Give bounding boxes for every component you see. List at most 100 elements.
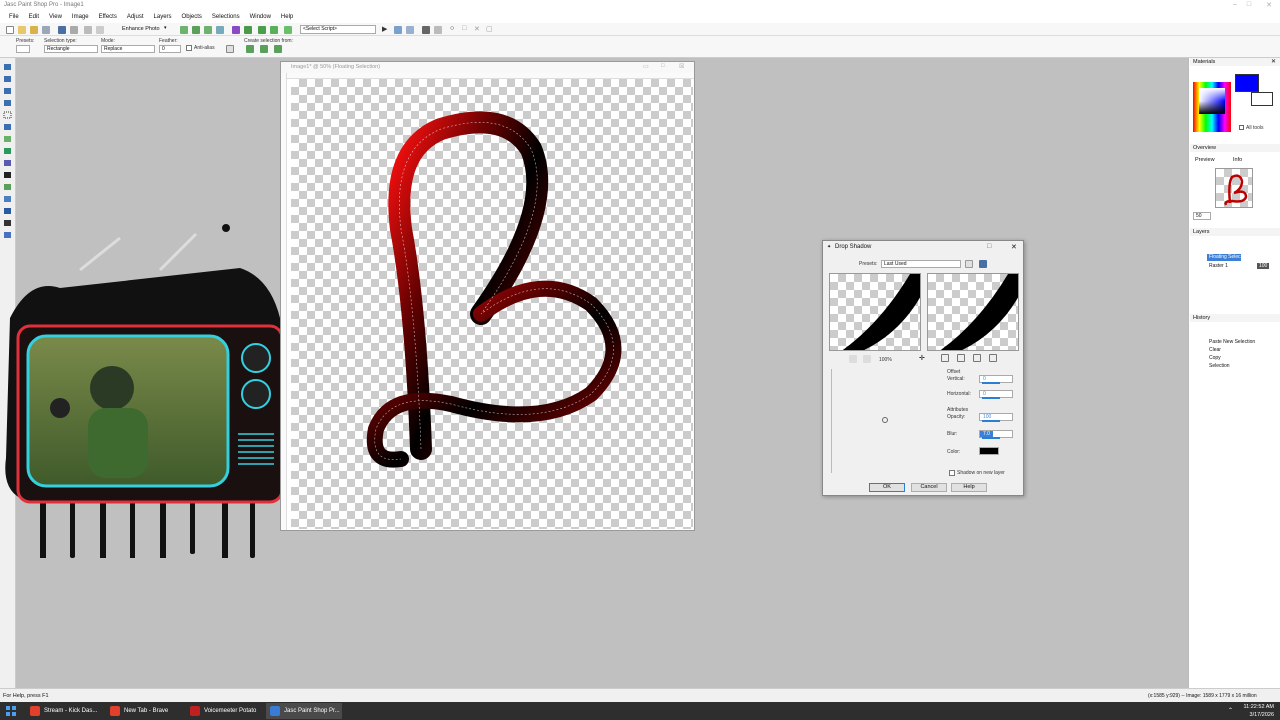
- help-button[interactable]: Help: [951, 483, 987, 492]
- randomize-icon[interactable]: [973, 354, 981, 362]
- blur-input[interactable]: 7.0: [979, 430, 1013, 439]
- tool-options-icon[interactable]: [270, 26, 278, 34]
- selection-type-dropdown[interactable]: Rectangle: [44, 45, 98, 53]
- zoom-out-icon[interactable]: [863, 355, 871, 363]
- dialog-maximize-icon[interactable]: □: [987, 243, 991, 250]
- overview-tab-preview[interactable]: Preview: [1195, 157, 1215, 163]
- open-icon[interactable]: [18, 26, 26, 34]
- stop-icon[interactable]: ○: [450, 25, 454, 32]
- menu-layers[interactable]: Layers: [149, 12, 177, 23]
- close-script-icon[interactable]: ✕: [474, 25, 480, 33]
- print-icon[interactable]: [70, 26, 78, 34]
- overview-thumbnail[interactable]: [1215, 168, 1253, 208]
- offset-crosshair-icon[interactable]: [882, 417, 888, 423]
- color-spectrum[interactable]: [1193, 82, 1231, 132]
- remove-specks-icon[interactable]: [226, 45, 234, 53]
- ok-button[interactable]: OK: [869, 483, 905, 492]
- clock-time[interactable]: 11:22:52 AM: [1238, 704, 1274, 710]
- selection-tool-icon[interactable]: [3, 111, 12, 119]
- histogram-icon[interactable]: [216, 26, 224, 34]
- menu-effects[interactable]: Effects: [94, 12, 122, 23]
- deform-tool-icon[interactable]: [4, 88, 11, 94]
- move-tool-icon[interactable]: [4, 100, 11, 106]
- overview-tab-info[interactable]: Info: [1233, 157, 1242, 163]
- menu-view[interactable]: View: [44, 12, 67, 23]
- menu-selections[interactable]: Selections: [207, 12, 245, 23]
- clock-date[interactable]: 3/17/2026: [1238, 712, 1274, 718]
- save-preset-icon[interactable]: [979, 260, 987, 268]
- scan-icon[interactable]: [42, 26, 50, 34]
- redo-icon[interactable]: [96, 26, 104, 34]
- edit-script-icon[interactable]: [406, 26, 414, 34]
- antialias-checkbox[interactable]: [186, 45, 192, 51]
- select-script-dropdown[interactable]: <Select Script>: [300, 25, 376, 34]
- run-script-icon[interactable]: ▶: [382, 25, 387, 33]
- proof-icon[interactable]: [957, 354, 965, 362]
- record-script-icon[interactable]: [422, 26, 430, 34]
- eraser-icon[interactable]: [4, 172, 11, 178]
- mode-dropdown[interactable]: Replace: [101, 45, 155, 53]
- menu-objects[interactable]: Objects: [177, 12, 207, 23]
- image-close-icon[interactable]: ☒: [679, 63, 684, 70]
- tray-chevron-icon[interactable]: ⌃: [1228, 707, 1233, 714]
- history-item[interactable]: Clear: [1209, 347, 1221, 353]
- taskbar-item-paint-shop-pro[interactable]: Jasc Paint Shop Pr...: [266, 703, 342, 719]
- save-script-icon[interactable]: ▢: [486, 25, 493, 33]
- vertical-input[interactable]: 0: [979, 375, 1013, 384]
- image-canvas[interactable]: [291, 79, 693, 529]
- layer-floating-selection[interactable]: Floating Selec: [1207, 254, 1241, 261]
- shadow-color-swatch[interactable]: [979, 447, 999, 455]
- paint-brush-icon[interactable]: [4, 136, 11, 142]
- feather-input[interactable]: 0: [159, 45, 181, 53]
- cancel-button[interactable]: Cancel: [911, 483, 947, 492]
- start-icon[interactable]: [6, 706, 16, 716]
- horizontal-input[interactable]: 0: [979, 390, 1013, 399]
- curves-icon[interactable]: [204, 26, 212, 34]
- history-item[interactable]: Selection: [1209, 363, 1230, 369]
- color-icon[interactable]: [180, 26, 188, 34]
- new-icon[interactable]: [6, 26, 14, 34]
- zoom-tool-icon[interactable]: [4, 76, 11, 82]
- dialog-presets-dropdown[interactable]: Last Used: [881, 260, 961, 268]
- chevron-down-icon[interactable]: ▾: [164, 25, 167, 31]
- undo-icon[interactable]: [84, 26, 92, 34]
- cancel-script-icon[interactable]: □: [462, 25, 466, 32]
- image-window[interactable]: Image1* @ 50% (Floating Selection) ▭ □ ☒: [280, 61, 695, 531]
- history-item[interactable]: Paste New Selection: [1209, 339, 1255, 345]
- overview-zoom-input[interactable]: 50: [1193, 212, 1211, 220]
- materials-icon[interactable]: [244, 26, 252, 34]
- save-icon[interactable]: [58, 26, 66, 34]
- menu-help[interactable]: Help: [276, 12, 298, 23]
- menu-window[interactable]: Window: [245, 12, 276, 23]
- dialog-close-icon[interactable]: ✕: [1011, 243, 1017, 251]
- menu-adjust[interactable]: Adjust: [122, 12, 149, 23]
- pause-script-icon[interactable]: [434, 26, 442, 34]
- taskbar-item-stream[interactable]: Stream - Kick Das...: [26, 703, 102, 719]
- opacity-input[interactable]: 100: [979, 413, 1013, 422]
- history-item[interactable]: Copy: [1209, 355, 1221, 361]
- menu-image[interactable]: Image: [67, 12, 94, 23]
- flood-fill-icon[interactable]: [4, 184, 11, 190]
- layer-palette-icon[interactable]: [232, 26, 240, 34]
- dropper-tool-icon[interactable]: [4, 124, 11, 130]
- background-color-swatch[interactable]: [1251, 92, 1273, 106]
- all-tools-checkbox[interactable]: [1239, 125, 1244, 130]
- auto-proof-icon[interactable]: [941, 354, 949, 362]
- clone-brush-icon[interactable]: [4, 148, 11, 154]
- layer-raster-1[interactable]: Raster 1: [1207, 263, 1241, 270]
- shadow-new-layer-checkbox[interactable]: [949, 470, 955, 476]
- close-icon[interactable]: ✕: [1262, 1, 1276, 11]
- reset-icon[interactable]: [965, 260, 973, 268]
- selection-from-layer-icon[interactable]: [246, 45, 254, 53]
- pan-tool-icon[interactable]: [4, 64, 11, 70]
- foreground-color-swatch[interactable]: [1235, 74, 1259, 92]
- offset-area[interactable]: [831, 369, 943, 473]
- script-mode-icon[interactable]: [394, 26, 402, 34]
- selection-from-merged-icon[interactable]: [274, 45, 282, 53]
- menu-file[interactable]: File: [4, 12, 24, 23]
- materials-close-icon[interactable]: ✕: [1271, 58, 1276, 65]
- presets-dropdown[interactable]: [16, 45, 30, 53]
- levels-icon[interactable]: [192, 26, 200, 34]
- maximize-icon[interactable]: □: [1242, 1, 1256, 11]
- enhance-photo-button[interactable]: Enhance Photo: [122, 26, 160, 32]
